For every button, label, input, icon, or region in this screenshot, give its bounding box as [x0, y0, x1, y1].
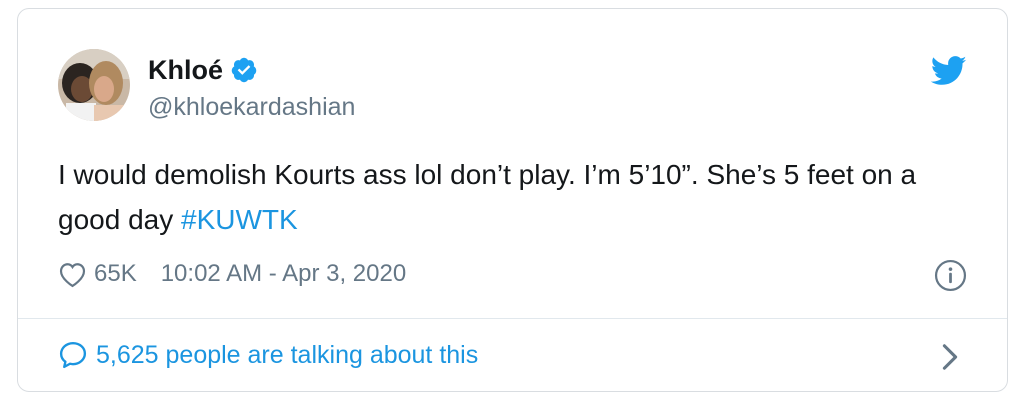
author-name-row[interactable]: Khloé: [148, 54, 258, 86]
conversation-link[interactable]: 5,625 people are talking about this: [58, 335, 478, 375]
avatar-photo: [58, 49, 130, 121]
heart-icon[interactable]: [58, 261, 87, 288]
hashtag-link[interactable]: #KUWTK: [181, 204, 298, 235]
tweet-text: I would demolish Kourts ass lol don’t pl…: [58, 152, 978, 242]
divider: [18, 318, 1007, 319]
speech-bubble-icon: [59, 341, 87, 369]
author-handle[interactable]: @khloekardashian: [148, 93, 355, 122]
author-display-name[interactable]: Khloé: [148, 55, 223, 86]
twitter-bird-icon[interactable]: [931, 56, 967, 86]
like-count[interactable]: 65K: [94, 260, 137, 288]
timestamp[interactable]: 10:02 AM - Apr 3, 2020: [161, 260, 407, 288]
tweet-meta: 65K 10:02 AM - Apr 3, 2020: [58, 256, 406, 292]
info-icon[interactable]: [934, 259, 967, 292]
chevron-right-icon[interactable]: [941, 343, 959, 371]
tweet-card[interactable]: Khloé @khloekardashian I would demolish …: [17, 8, 1008, 392]
conversation-count-text[interactable]: 5,625 people are talking about this: [96, 341, 478, 370]
verified-badge-icon: [231, 57, 257, 83]
avatar[interactable]: [58, 49, 130, 121]
